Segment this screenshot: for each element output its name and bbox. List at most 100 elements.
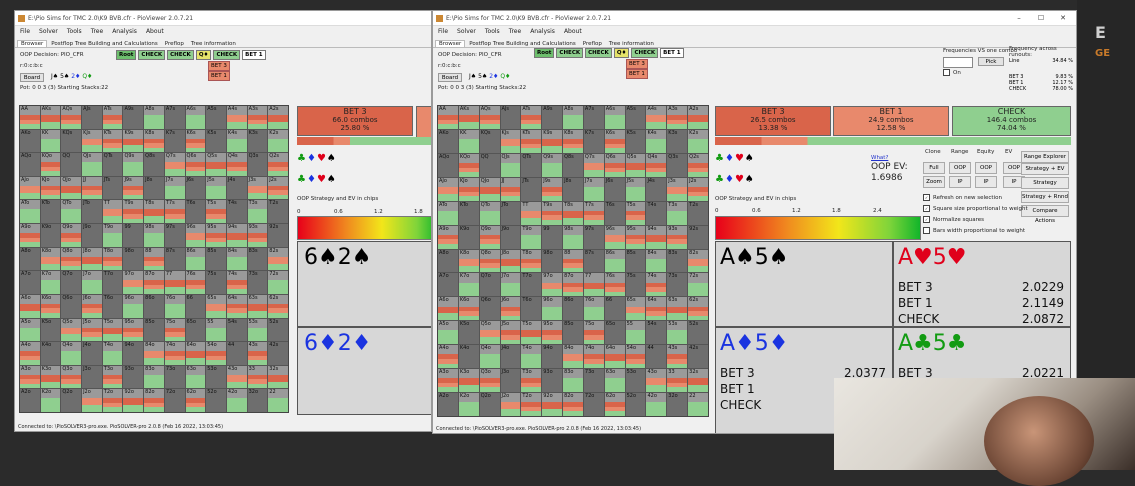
hand-cell[interactable]: Q7s bbox=[583, 153, 604, 177]
hand-cell[interactable]: K3s bbox=[247, 129, 268, 153]
hand-cell[interactable]: T8o bbox=[102, 247, 123, 271]
board-button[interactable]: Board bbox=[438, 73, 462, 82]
hand-cell[interactable]: Q5s bbox=[625, 153, 646, 177]
hand-cell[interactable]: QJs bbox=[500, 153, 521, 177]
hand-cell[interactable]: KJs bbox=[500, 129, 521, 153]
hand-cell[interactable]: 98o bbox=[123, 247, 144, 271]
hand-cell[interactable]: 63o bbox=[185, 365, 206, 389]
hand-cell[interactable]: Q4o bbox=[61, 342, 82, 365]
hand-cell[interactable]: Q3o bbox=[479, 369, 500, 393]
hand-cell[interactable]: Q8s bbox=[563, 153, 583, 177]
hand-cell[interactable]: 73o bbox=[583, 369, 604, 393]
hand-cell[interactable]: T2o bbox=[521, 393, 542, 416]
hand-cell[interactable]: 95o bbox=[123, 318, 144, 342]
tab-postflop[interactable]: Postflop Tree Building and Calculations bbox=[48, 41, 161, 47]
hand-cell[interactable]: A4o bbox=[438, 345, 458, 369]
hand-cell[interactable]: 92o bbox=[542, 393, 563, 416]
hand-cell[interactable]: Q2o bbox=[61, 389, 82, 412]
hand-cell[interactable]: A5s bbox=[625, 106, 646, 129]
hand-cell[interactable]: AJs bbox=[500, 106, 521, 129]
hand-cell[interactable]: 65o bbox=[604, 321, 625, 345]
hand-cell[interactable]: K9o bbox=[458, 225, 479, 249]
crumb-bet[interactable]: BET 1 bbox=[660, 48, 684, 58]
hand-cell[interactable]: 82s bbox=[268, 247, 288, 271]
hand-cell[interactable]: AA bbox=[438, 106, 458, 129]
hand-cell[interactable]: T8s bbox=[563, 201, 583, 225]
title-bar[interactable]: E:\Pio Sims for TMC 2.0\K9 BVB.cfr - Pio… bbox=[433, 11, 1076, 26]
combo-panel[interactable]: 6♠2♠ bbox=[297, 241, 431, 327]
crumb-card[interactable]: Q♦ bbox=[613, 48, 630, 58]
hand-cell[interactable]: 87o bbox=[563, 273, 583, 297]
sub-action-bet3[interactable]: BET 3 bbox=[208, 61, 230, 71]
hand-cell[interactable]: 43s bbox=[667, 345, 688, 369]
hand-cell[interactable]: J3o bbox=[500, 369, 521, 393]
hand-cell[interactable]: K8s bbox=[144, 129, 164, 153]
hand-cell[interactable]: 73s bbox=[247, 271, 268, 294]
hand-cell[interactable]: 72o bbox=[583, 393, 604, 416]
sub-action-bet3[interactable]: BET 3 bbox=[626, 59, 648, 69]
hand-cell[interactable]: 54s bbox=[646, 321, 667, 345]
ctrl-button-full[interactable]: Full bbox=[923, 162, 945, 174]
hand-cell[interactable]: 76o bbox=[583, 297, 604, 321]
hand-cell[interactable]: J6s bbox=[185, 176, 206, 200]
hand-cell[interactable]: Q5s bbox=[206, 153, 226, 176]
hand-cell[interactable]: T9s bbox=[542, 201, 563, 225]
close-icon[interactable]: ✕ bbox=[1052, 11, 1074, 25]
hand-cell[interactable]: 52s bbox=[268, 318, 288, 342]
hand-cell[interactable]: Q9o bbox=[61, 224, 82, 247]
hand-cell[interactable]: A7s bbox=[583, 106, 604, 129]
menu-tree[interactable]: Tree bbox=[91, 28, 104, 35]
hand-cell[interactable]: J7o bbox=[500, 273, 521, 297]
hand-cell[interactable]: 73o bbox=[164, 365, 185, 389]
hand-cell[interactable]: KK bbox=[458, 129, 479, 153]
suit-filter-row2[interactable]: ♣♦♥♠ bbox=[297, 174, 337, 185]
hand-cell[interactable]: 32o bbox=[247, 389, 268, 412]
hand-cell[interactable]: J9s bbox=[123, 176, 144, 200]
hand-cell[interactable]: 75s bbox=[206, 271, 226, 294]
hand-cell[interactable]: 85s bbox=[206, 247, 226, 271]
hand-cell[interactable]: KJs bbox=[82, 129, 102, 153]
hand-cell[interactable]: KTo bbox=[458, 201, 479, 225]
hand-cell[interactable]: 95s bbox=[206, 224, 226, 247]
hand-cell[interactable]: TT bbox=[102, 200, 123, 224]
hand-cell[interactable]: J4o bbox=[500, 345, 521, 369]
hand-cell[interactable]: Q3o bbox=[61, 365, 82, 389]
hand-cell[interactable]: T8o bbox=[521, 249, 542, 273]
suit-filter-row1[interactable]: ♣♦♥♠ bbox=[715, 153, 755, 164]
hand-cell[interactable]: J8o bbox=[82, 247, 102, 271]
hand-cell[interactable]: K2s bbox=[268, 129, 288, 153]
menu-solver[interactable]: Solver bbox=[457, 28, 476, 35]
hand-cell[interactable]: A6o bbox=[438, 297, 458, 321]
hand-cell[interactable]: 76s bbox=[604, 273, 625, 297]
hand-cell[interactable]: K5s bbox=[206, 129, 226, 153]
hand-cell[interactable]: 62s bbox=[688, 297, 708, 321]
hand-cell[interactable]: J7s bbox=[583, 177, 604, 201]
hand-cell[interactable]: Q2s bbox=[268, 153, 288, 176]
hand-cell[interactable]: K2o bbox=[458, 393, 479, 416]
hand-cell[interactable]: T5s bbox=[625, 201, 646, 225]
hand-cell[interactable]: 82o bbox=[563, 393, 583, 416]
hand-cell[interactable]: T5o bbox=[102, 318, 123, 342]
hand-cell[interactable]: T6o bbox=[102, 294, 123, 318]
hand-cell[interactable]: KTs bbox=[521, 129, 542, 153]
hand-cell[interactable]: J6s bbox=[604, 177, 625, 201]
hand-cell[interactable]: ATo bbox=[438, 201, 458, 225]
hand-cell[interactable]: Q7o bbox=[61, 271, 82, 294]
hand-cell[interactable]: T2s bbox=[268, 200, 288, 224]
crumb-bet[interactable]: BET 1 bbox=[242, 50, 266, 60]
hand-cell[interactable]: 72s bbox=[268, 271, 288, 294]
hand-cell[interactable]: 77 bbox=[164, 271, 185, 294]
hand-cell[interactable]: 86o bbox=[144, 294, 164, 318]
hand-cell[interactable]: T9o bbox=[102, 224, 123, 247]
hand-cell[interactable]: A9o bbox=[20, 224, 40, 247]
hand-cell[interactable]: 22 bbox=[688, 393, 708, 416]
hand-cell[interactable]: K9s bbox=[542, 129, 563, 153]
hand-cell[interactable]: 43o bbox=[226, 365, 247, 389]
hand-cell[interactable]: K3s bbox=[667, 129, 688, 153]
menu-file[interactable]: File bbox=[20, 28, 30, 35]
hand-cell[interactable]: 54o bbox=[206, 342, 226, 365]
hand-cell[interactable]: Q6s bbox=[185, 153, 206, 176]
menu-analysis[interactable]: Analysis bbox=[530, 28, 555, 35]
hand-cell[interactable]: 53o bbox=[206, 365, 226, 389]
hand-cell[interactable]: 44 bbox=[226, 342, 247, 365]
